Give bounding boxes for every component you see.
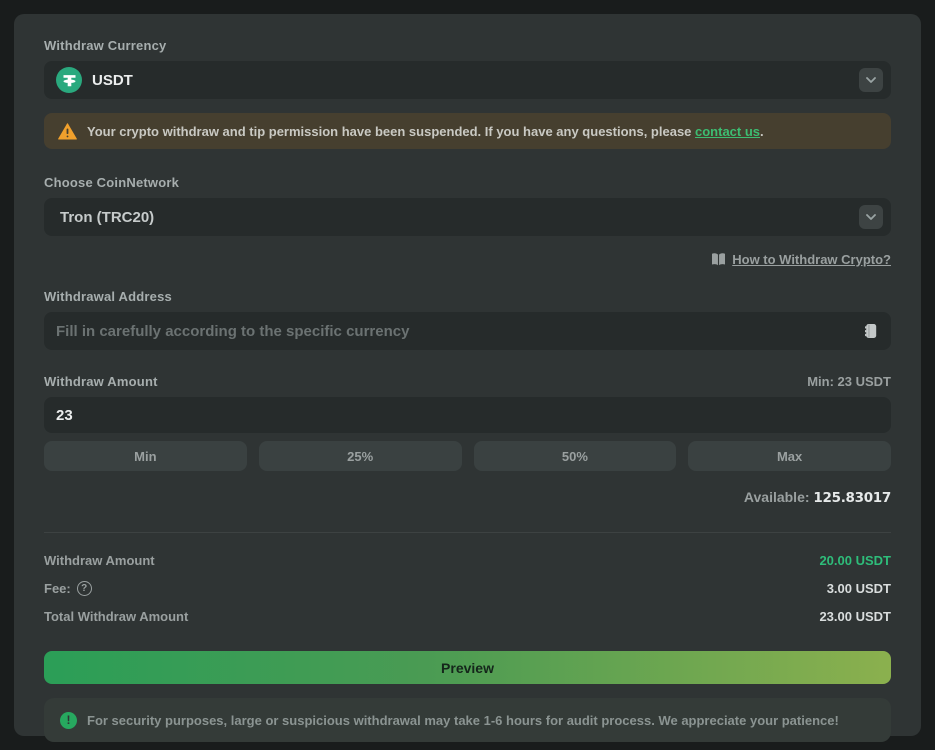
- section-divider: [44, 532, 891, 533]
- warning-text: Your crypto withdraw and tip permission …: [87, 124, 764, 139]
- summary-fee-value: 3.00 USDT: [827, 581, 891, 596]
- amount-50-button[interactable]: 50%: [474, 441, 677, 471]
- summary-row-amount: Withdraw Amount 20.00 USDT: [44, 553, 891, 568]
- paste-icon: [863, 323, 878, 339]
- chevron-down-icon: [866, 77, 876, 83]
- withdraw-panel: Withdraw Currency USDT Your crypto withd…: [14, 14, 921, 736]
- preview-button[interactable]: Preview: [44, 651, 891, 684]
- how-to-withdraw-link[interactable]: How to Withdraw Crypto?: [711, 252, 891, 267]
- amount-min-button[interactable]: Min: [44, 441, 247, 471]
- currency-select[interactable]: USDT: [44, 61, 891, 99]
- currency-selected-value: USDT: [92, 72, 133, 89]
- contact-us-link[interactable]: contact us: [695, 124, 760, 139]
- withdraw-currency-label: Withdraw Currency: [44, 38, 891, 53]
- security-note-text: For security purposes, large or suspicio…: [87, 713, 839, 728]
- withdraw-amount-label: Withdraw Amount: [44, 374, 158, 389]
- tether-icon: [56, 67, 82, 93]
- available-balance: Available: 125.83017: [44, 489, 891, 506]
- summary-row-total: Total Withdraw Amount 23.00 USDT: [44, 609, 891, 624]
- network-dropdown-button[interactable]: [859, 205, 883, 229]
- amount-25-button[interactable]: 25%: [259, 441, 462, 471]
- network-selected-value: Tron (TRC20): [60, 209, 154, 226]
- summary-row-fee: Fee: ? 3.00 USDT: [44, 581, 891, 596]
- security-note: ! For security purposes, large or suspic…: [44, 698, 891, 742]
- withdrawal-address-input[interactable]: [56, 323, 857, 340]
- address-input-wrap: [44, 312, 891, 350]
- suspension-warning-banner: Your crypto withdraw and tip permission …: [44, 113, 891, 149]
- summary-total-value: 23.00 USDT: [819, 609, 891, 624]
- summary-amount-value: 20.00 USDT: [819, 553, 891, 568]
- withdrawal-address-label: Withdrawal Address: [44, 289, 891, 304]
- warning-triangle-icon: [58, 123, 77, 140]
- min-amount-note: Min: 23 USDT: [807, 374, 891, 389]
- amount-max-button[interactable]: Max: [688, 441, 891, 471]
- coin-network-label: Choose CoinNetwork: [44, 175, 891, 190]
- network-select[interactable]: Tron (TRC20): [44, 198, 891, 236]
- available-balance-value: 125.83017: [813, 490, 891, 506]
- withdraw-amount-input[interactable]: [56, 407, 883, 424]
- fee-help-icon[interactable]: ?: [77, 581, 92, 596]
- book-icon: [711, 253, 726, 266]
- chevron-down-icon: [866, 214, 876, 220]
- paste-button[interactable]: [857, 318, 883, 344]
- withdraw-summary: Withdraw Amount 20.00 USDT Fee: ? 3.00 U…: [44, 553, 891, 624]
- currency-dropdown-button[interactable]: [859, 68, 883, 92]
- amount-input-wrap: [44, 397, 891, 433]
- info-exclamation-icon: !: [60, 712, 77, 729]
